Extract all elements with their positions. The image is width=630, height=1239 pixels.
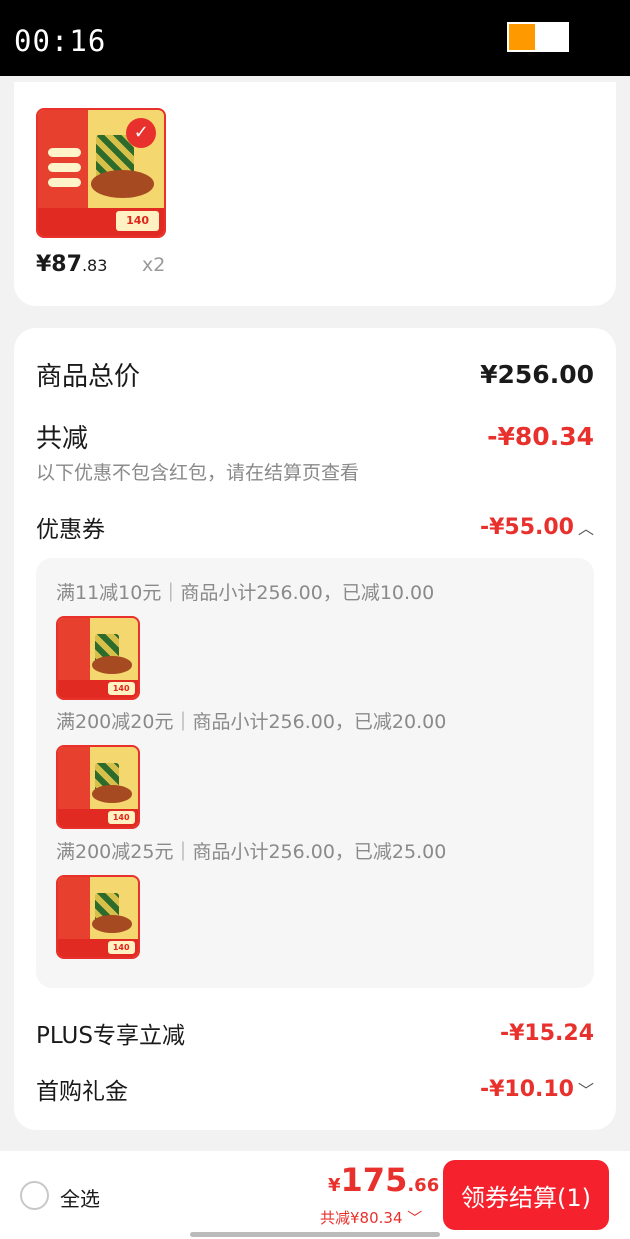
product-price: ¥87.83 bbox=[36, 252, 107, 277]
coupon-thumb-tag: 140 bbox=[107, 941, 135, 954]
chevron-down-icon: ﹀ bbox=[407, 1209, 423, 1227]
coupon-thumb-tag: 140 bbox=[107, 682, 135, 695]
total-currency: ¥ bbox=[328, 1175, 341, 1196]
subtotal-value: ¥256.00 bbox=[480, 360, 594, 389]
select-all-radio[interactable] bbox=[20, 1181, 49, 1210]
chevron-down-icon[interactable]: ﹀ bbox=[578, 1081, 594, 1100]
discount-label: 共减 bbox=[36, 424, 89, 454]
coupon-thumb-tag: 140 bbox=[107, 811, 135, 824]
product-quantity: x2 bbox=[142, 254, 166, 276]
select-all-label[interactable]: 全选 bbox=[60, 1183, 100, 1212]
checkout-button[interactable]: 领券结算(1) bbox=[443, 1160, 609, 1230]
discount-row: 共减 -¥80.34 bbox=[36, 418, 594, 455]
coupon-product-image: 140 bbox=[56, 616, 140, 700]
chevron-up-icon[interactable]: ︿ bbox=[578, 519, 594, 538]
discount-note: 以下优惠不包含红包，请在结算页查看 bbox=[36, 462, 360, 484]
total-discount-toggle[interactable]: 共减¥80.34 ﹀ bbox=[320, 1207, 422, 1228]
status-time: 00:16 bbox=[14, 24, 107, 58]
home-indicator bbox=[190, 1232, 440, 1237]
discount-value: -¥80.34 bbox=[487, 422, 594, 451]
price-summary-card: 商品总价 ¥256.00 共减 -¥80.34 以下优惠不包含红包，请在结算页查… bbox=[14, 328, 616, 1130]
total-discount-text: 共减¥80.34 bbox=[320, 1209, 403, 1227]
coupon-row[interactable]: 优惠券 -¥55.00 ︿ bbox=[36, 510, 594, 544]
first-purchase-value: -¥10.10 bbox=[479, 1076, 574, 1102]
plus-value: -¥15.24 bbox=[499, 1020, 594, 1046]
battery-level bbox=[509, 24, 536, 50]
coupon-line: 满200减25元｜商品小计256.00，已减25.00 bbox=[56, 841, 447, 863]
coupon-value: -¥55.00 bbox=[479, 514, 574, 540]
product-thumb-tag: 140 bbox=[116, 210, 159, 231]
product-card: 140 ✓ ¥87.83 x2 bbox=[14, 82, 616, 306]
total-decimal: .66 bbox=[407, 1175, 440, 1196]
total-price: ¥175.66 bbox=[328, 1161, 439, 1199]
coupon-detail-box: 满11减10元｜商品小计256.00，已减10.00 140 满200减20元｜… bbox=[36, 558, 594, 988]
plus-label: PLUS专享立减 bbox=[36, 1023, 185, 1049]
subtotal-label: 商品总价 bbox=[36, 362, 141, 392]
first-purchase-label: 首购礼金 bbox=[36, 1079, 128, 1105]
check-badge-icon: ✓ bbox=[126, 117, 157, 148]
coupon-line: 满11减10元｜商品小计256.00，已减10.00 bbox=[56, 582, 435, 604]
total-main: 175 bbox=[340, 1161, 408, 1199]
coupon-product-image: 140 bbox=[56, 745, 140, 829]
checkout-bar: 全选 ¥175.66 共减¥80.34 ﹀ 领券结算(1) bbox=[0, 1151, 630, 1239]
battery-icon bbox=[507, 22, 569, 52]
coupon-line: 满200减20元｜商品小计256.00，已减20.00 bbox=[56, 711, 447, 733]
plus-discount-row: PLUS专享立减 -¥15.24 bbox=[36, 1016, 594, 1050]
product-price-decimal: .83 bbox=[81, 256, 108, 275]
coupon-label: 优惠券 bbox=[36, 517, 105, 543]
product-price-main: ¥87 bbox=[36, 252, 82, 277]
first-purchase-row[interactable]: 首购礼金 -¥10.10 ﹀ bbox=[36, 1072, 594, 1106]
product-image[interactable]: 140 ✓ bbox=[36, 108, 166, 238]
status-bar: 00:16 bbox=[0, 0, 630, 76]
subtotal-row: 商品总价 ¥256.00 bbox=[36, 356, 594, 393]
coupon-product-image: 140 bbox=[56, 875, 140, 959]
